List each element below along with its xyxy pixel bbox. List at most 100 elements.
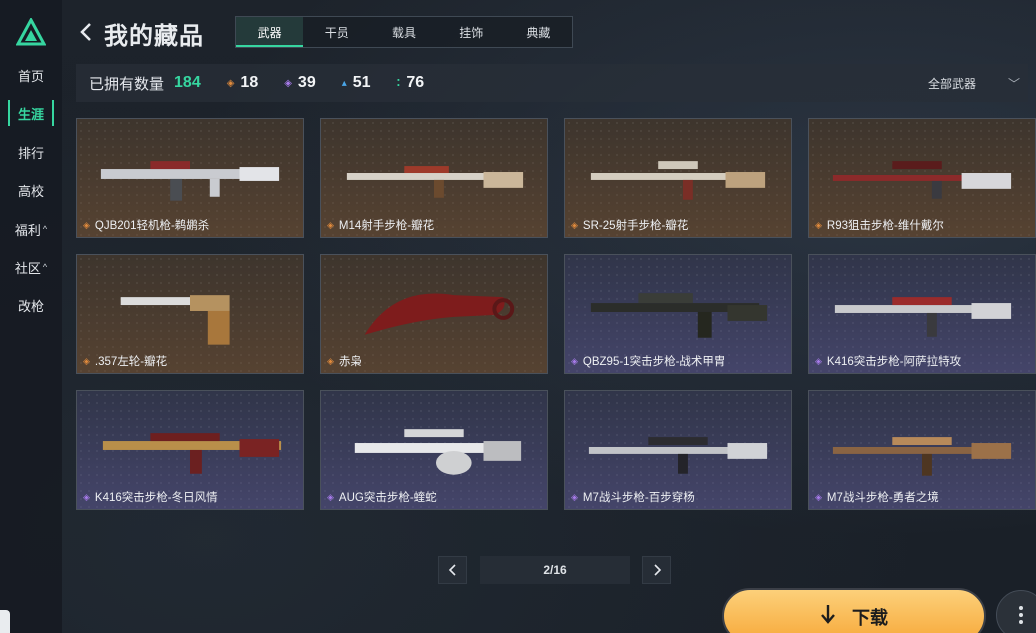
owned-count-total: 184	[174, 74, 201, 91]
purple-diamond-icon: ◈	[327, 491, 334, 502]
weapon-image	[834, 297, 1012, 337]
stat-green: ⁚ 76	[397, 74, 425, 92]
weapon-image	[102, 433, 282, 474]
item-name-text: AUG突击步枪-蝰蛇	[338, 492, 437, 504]
sidebar-item-label: 高校	[17, 183, 44, 199]
sidebar-item-label: 福利	[14, 222, 41, 238]
back-arrow-icon[interactable]	[76, 20, 98, 44]
download-button[interactable]: 下载	[722, 588, 986, 633]
orange-diamond-icon: ◈	[83, 355, 90, 366]
sidebar-item-label: 排行	[17, 145, 44, 161]
caret-up-icon: ^	[42, 262, 48, 272]
item-name-text: .357左轮-瓣花	[94, 356, 168, 368]
sidebar-item-welfare[interactable]: 福利 ^	[8, 216, 54, 242]
item-name: ◈ M7战斗步枪-勇者之境	[815, 489, 939, 505]
green-dots-icon: ⁚	[396, 77, 401, 89]
collection-item-card[interactable]: ◈ .357左轮-瓣花	[76, 254, 304, 374]
weapon-image	[346, 166, 524, 198]
download-label: 下载	[852, 608, 888, 628]
sidebar-item-career[interactable]: 生涯	[8, 100, 54, 126]
caret-up-icon: ^	[42, 224, 48, 234]
collection-item-card[interactable]: ◈ M7战斗步枪-百步穿杨	[564, 390, 792, 510]
stat-value: 39	[297, 74, 316, 91]
item-name: ◈ QBZ95-1突击步枪-战术甲胄	[571, 353, 725, 369]
sidebar-item-gunsmith[interactable]: 改枪	[8, 292, 54, 318]
weapon-image	[588, 437, 768, 474]
weapon-image	[590, 293, 768, 338]
collection-item-card[interactable]: ◈ 赤枭	[320, 254, 548, 374]
stat-value: 18	[240, 74, 259, 91]
chevron-right-icon	[653, 564, 661, 576]
stat-purple: ◈ 39	[284, 74, 316, 92]
item-name-text: QJB201轻机枪-鹈鹕杀	[94, 220, 210, 232]
collection-item-card[interactable]: ◈ R93狙击步枪-维什戴尔	[808, 118, 1036, 238]
sidebar-item-college[interactable]: 高校	[8, 177, 54, 203]
purple-diamond-icon: ◈	[83, 491, 90, 502]
sidebar-item-ranking[interactable]: 排行	[8, 139, 54, 165]
item-name-text: 赤枭	[338, 356, 362, 368]
filter-label: 全部武器	[927, 76, 976, 91]
item-name: ◈ M14射手步枪-瓣花	[327, 217, 434, 233]
orange-diamond-icon: ◈	[83, 219, 90, 230]
collection-item-card[interactable]: ◈ M7战斗步枪-勇者之境	[808, 390, 1036, 510]
sidebar-item-home[interactable]: 首页	[8, 62, 54, 88]
orange-diamond-icon: ◈	[327, 355, 334, 366]
stat-orange: ◈ 18	[227, 74, 259, 92]
weapon-image	[354, 429, 522, 475]
item-name: ◈ SR-25射手步枪-瓣花	[571, 217, 688, 233]
item-name-text: M7战斗步枪-勇者之境	[826, 492, 939, 504]
purple-diamond-icon: ◈	[571, 491, 578, 502]
orange-diamond-icon: ◈	[815, 219, 822, 230]
purple-diamond-icon: ◈	[284, 77, 292, 89]
item-name: ◈ 赤枭	[327, 353, 362, 369]
item-name: ◈ R93狙击步枪-维什戴尔	[815, 217, 944, 233]
item-name-text: SR-25射手步枪-瓣花	[582, 220, 689, 232]
sidebar-item-label: 改枪	[17, 298, 44, 314]
weapon-image	[100, 161, 280, 201]
sidebar-item-label: 社区	[14, 260, 41, 276]
item-name: ◈ .357左轮-瓣花	[83, 353, 167, 369]
sidebar-item-label: 首页	[17, 68, 44, 84]
item-name: ◈ M7战斗步枪-百步穿杨	[571, 489, 695, 505]
weapon-image	[832, 437, 1012, 476]
app-logo-icon[interactable]	[16, 18, 46, 46]
stats-bar: 已拥有数量 184 ◈ 18 ◈ 39 ▴ 51 ⁚ 76 全部武器 ﹀	[76, 64, 1028, 102]
page-title: 我的藏品	[104, 23, 204, 50]
weapon-image	[590, 161, 766, 200]
tab-weapons[interactable]: 武器	[236, 17, 304, 47]
weapon-filter-dropdown[interactable]: 全部武器 ﹀	[928, 64, 1020, 102]
side-handle[interactable]	[0, 610, 10, 633]
collection-item-card[interactable]: ◈ M14射手步枪-瓣花	[320, 118, 548, 238]
purple-diamond-icon: ◈	[815, 355, 822, 366]
tab-collection[interactable]: 典藏	[505, 17, 572, 47]
prev-page-button[interactable]	[438, 556, 467, 584]
stat-value: 76	[406, 74, 425, 91]
stat-blue: ▴ 51	[342, 74, 371, 92]
tab-vehicles[interactable]: 载具	[370, 17, 437, 47]
weapon-image	[120, 295, 230, 345]
vertical-dots-icon	[1019, 606, 1023, 624]
sidebar-item-community[interactable]: 社区 ^	[8, 254, 54, 280]
sidebar-item-label: 生涯	[17, 106, 44, 122]
collection-item-card[interactable]: ◈ K416突击步枪-阿萨拉特攻	[808, 254, 1036, 374]
tab-operators[interactable]: 干员	[303, 17, 370, 47]
sidebar: 首页 生涯 排行 高校 福利 ^ 社区 ^ 改枪	[0, 0, 62, 633]
collection-item-card[interactable]: ◈ K416突击步枪-冬日风情	[76, 390, 304, 510]
item-name: ◈ AUG突击步枪-蝰蛇	[327, 489, 437, 505]
item-name-text: R93狙击步枪-维什戴尔	[826, 220, 944, 232]
item-name: ◈ K416突击步枪-阿萨拉特攻	[815, 353, 961, 369]
item-name: ◈ K416突击步枪-冬日风情	[83, 489, 218, 505]
collection-item-card[interactable]: ◈ SR-25射手步枪-瓣花	[564, 118, 792, 238]
next-page-button[interactable]	[642, 556, 671, 584]
item-name: ◈ QJB201轻机枪-鹈鹕杀	[83, 217, 209, 233]
tab-charms[interactable]: 挂饰	[438, 17, 505, 47]
download-arrow-icon	[821, 605, 835, 624]
collection-item-card[interactable]: ◈ QBZ95-1突击步枪-战术甲胄	[564, 254, 792, 374]
item-name-text: K416突击步枪-冬日风情	[94, 492, 218, 504]
collection-item-card[interactable]: ◈ AUG突击步枪-蝰蛇	[320, 390, 548, 510]
page-indicator: 2/16	[480, 556, 630, 584]
collection-item-card[interactable]: ◈ QJB201轻机枪-鹈鹕杀	[76, 118, 304, 238]
item-name-text: M7战斗步枪-百步穿杨	[582, 492, 695, 504]
item-name-text: QBZ95-1突击步枪-战术甲胄	[582, 356, 726, 368]
item-name-text: K416突击步枪-阿萨拉特攻	[826, 356, 962, 368]
